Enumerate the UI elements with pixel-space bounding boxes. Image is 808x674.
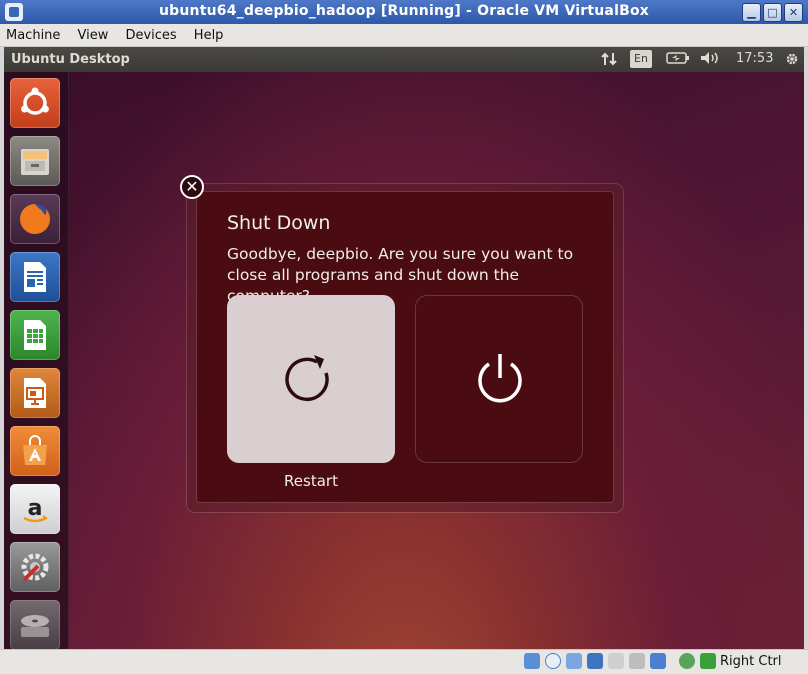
- launcher-firefox[interactable]: [10, 194, 60, 244]
- display-icon[interactable]: [629, 653, 645, 669]
- launcher-libreoffice-writer[interactable]: [10, 252, 60, 302]
- shutdown-button[interactable]: [415, 295, 583, 463]
- impress-icon: [24, 378, 46, 408]
- close-window-button[interactable]: ✕: [784, 3, 803, 22]
- svg-text:a: a: [28, 496, 43, 521]
- window-title: ubuntu64_deepbio_hadoop [Running] - Orac…: [158, 3, 649, 19]
- menu-view[interactable]: View: [72, 25, 115, 43]
- maximize-button[interactable]: □: [763, 3, 782, 22]
- video-capture-icon[interactable]: [650, 653, 666, 669]
- restart-icon: [285, 355, 329, 402]
- guest-screen[interactable]: Ubuntu Desktop En 17:53 a Shut Down Good…: [4, 47, 804, 649]
- restart-label: Restart: [284, 472, 338, 490]
- panel-title: Ubuntu Desktop: [11, 52, 130, 67]
- network-icon[interactable]: [587, 653, 603, 669]
- launcher-amazon[interactable]: a: [10, 484, 60, 534]
- launcher-files[interactable]: [10, 136, 60, 186]
- dialog-title: Shut Down: [227, 212, 331, 234]
- status-bar: Right Ctrl: [0, 649, 808, 674]
- clock[interactable]: 17:53: [736, 51, 773, 66]
- virtualbox-window: ubuntu64_deepbio_hadoop [Running] - Orac…: [0, 0, 808, 674]
- minimize-button[interactable]: ▁: [742, 3, 761, 22]
- volume-icon[interactable]: [700, 51, 720, 69]
- host-key-label[interactable]: Right Ctrl: [720, 654, 782, 669]
- shared-folder-icon[interactable]: [608, 653, 624, 669]
- writer-icon: [24, 262, 46, 292]
- transfer-arrows-icon[interactable]: [600, 51, 618, 71]
- virtualization-icon[interactable]: [679, 653, 695, 669]
- usb-icon[interactable]: [566, 653, 582, 669]
- launcher-dash-home[interactable]: [10, 78, 60, 128]
- amazon-icon: a: [23, 496, 48, 523]
- optical-drive-icon[interactable]: [545, 653, 561, 669]
- menu-bar: Machine View Devices Help: [0, 24, 808, 47]
- menu-machine[interactable]: Machine: [0, 25, 66, 43]
- power-icon: [478, 354, 522, 403]
- battery-icon[interactable]: [666, 51, 690, 69]
- shutdown-dialog-frame: Shut Down Goodbye, deepbio. Are you sure…: [187, 184, 623, 512]
- launcher-libreoffice-calc[interactable]: [10, 310, 60, 360]
- calc-icon: [24, 320, 46, 350]
- gear-icon[interactable]: [784, 51, 800, 71]
- disc-icon: [21, 615, 49, 637]
- dialog-close-button[interactable]: ✕: [180, 175, 204, 199]
- file-cabinet-icon: [21, 149, 49, 175]
- launcher-dvd-drive[interactable]: [10, 600, 60, 649]
- language-indicator[interactable]: En: [630, 50, 652, 68]
- unity-launcher: a: [4, 72, 69, 649]
- menu-devices[interactable]: Devices: [119, 25, 182, 43]
- restart-button[interactable]: [227, 295, 395, 463]
- keyboard-capture-icon[interactable]: [700, 653, 716, 669]
- settings-wrench-icon: [21, 553, 49, 582]
- launcher-libreoffice-impress[interactable]: [10, 368, 60, 418]
- shopping-bag-icon: [23, 435, 47, 465]
- ubuntu-logo-icon: [21, 87, 49, 115]
- menu-help[interactable]: Help: [188, 25, 230, 43]
- launcher-system-settings[interactable]: [10, 542, 60, 592]
- firefox-icon: [20, 204, 50, 234]
- window-titlebar[interactable]: ubuntu64_deepbio_hadoop [Running] - Orac…: [0, 0, 808, 24]
- shutdown-dialog: Shut Down Goodbye, deepbio. Are you sure…: [197, 192, 613, 502]
- top-panel: Ubuntu Desktop En 17:53: [4, 47, 804, 72]
- launcher-software-center[interactable]: [10, 426, 60, 476]
- hard-disk-icon[interactable]: [524, 653, 540, 669]
